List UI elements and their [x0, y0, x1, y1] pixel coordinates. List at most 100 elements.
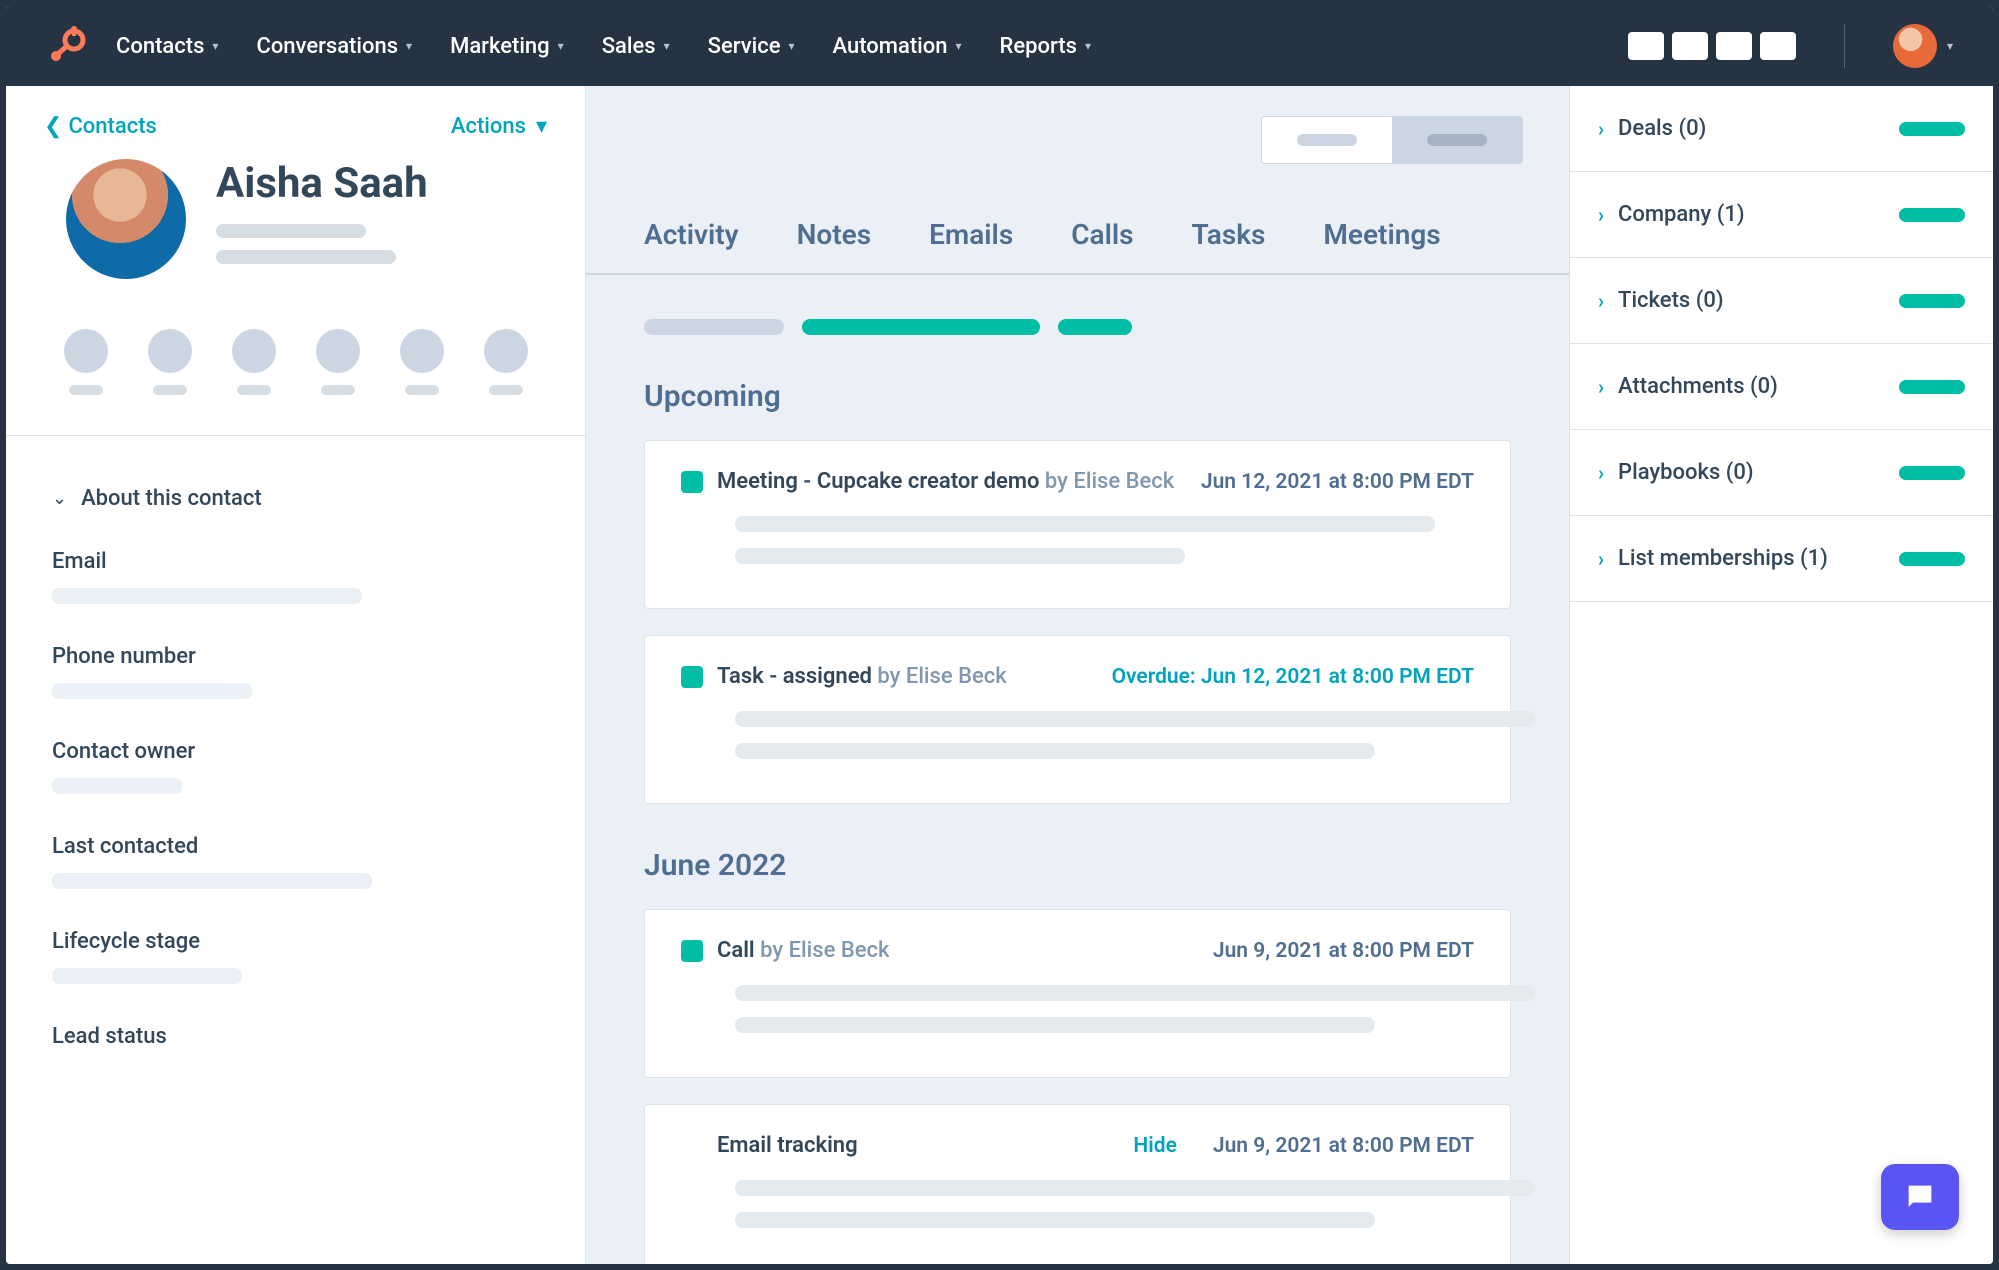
- contact-avatar[interactable]: [66, 159, 186, 279]
- nav-service[interactable]: Service▾: [708, 34, 795, 59]
- back-to-contacts[interactable]: ❮ Contacts: [44, 114, 157, 139]
- tab-activity[interactable]: Activity: [644, 218, 739, 273]
- toggle-option-b[interactable]: [1392, 117, 1522, 163]
- caret-down-icon: ▾: [955, 39, 961, 53]
- activity-card-email[interactable]: Email tracking Hide Jun 9, 2021 at 8:00 …: [644, 1104, 1511, 1264]
- quick-actions: [6, 299, 585, 435]
- activity-card-task[interactable]: Task - assigned by Elise Beck Overdue: J…: [644, 635, 1511, 804]
- field-lead-status: Lead status: [52, 1024, 539, 1049]
- placeholder-pill: [1899, 466, 1965, 480]
- filter-pill[interactable]: [802, 319, 1040, 335]
- card-title: Call by Elise Beck: [717, 938, 1199, 963]
- nav-marketing[interactable]: Marketing▾: [450, 34, 564, 59]
- card-date: Jun 9, 2021 at 8:00 PM EDT: [1213, 1134, 1474, 1158]
- nav-badges: [1628, 32, 1796, 60]
- nav-divider: [1844, 24, 1845, 68]
- quick-action[interactable]: [232, 329, 276, 395]
- left-header: ❮ Contacts Actions ▾: [6, 86, 585, 159]
- chat-widget[interactable]: [1881, 1164, 1959, 1230]
- action-icon: [484, 329, 528, 373]
- placeholder-line: [153, 385, 187, 395]
- placeholder-line: [405, 385, 439, 395]
- field-email: Email: [52, 549, 539, 604]
- about-toggle[interactable]: ⌄ About this contact: [52, 486, 539, 511]
- quick-action[interactable]: [400, 329, 444, 395]
- action-icon: [400, 329, 444, 373]
- nav-automation[interactable]: Automation▾: [833, 34, 962, 59]
- quick-action[interactable]: [64, 329, 108, 395]
- quick-action[interactable]: [148, 329, 192, 395]
- placeholder-line: [735, 1017, 1375, 1033]
- actions-menu[interactable]: Actions ▾: [451, 114, 547, 139]
- app-frame: Contacts▾ Conversations▾ Marketing▾ Sale…: [6, 6, 1993, 1264]
- hubspot-logo[interactable]: [46, 26, 86, 66]
- caret-down-icon: ▾: [212, 39, 218, 53]
- user-avatar: [1893, 24, 1937, 68]
- placeholder-line: [69, 385, 103, 395]
- account-menu[interactable]: ▾: [1893, 24, 1953, 68]
- placeholder-pill: [1899, 294, 1965, 308]
- placeholder-line: [216, 250, 396, 264]
- field-value[interactable]: [52, 968, 242, 984]
- placeholder-line: [735, 985, 1535, 1001]
- card-title: Meeting - Cupcake creator demo by Elise …: [717, 469, 1187, 494]
- caret-down-icon: ▾: [1085, 39, 1091, 53]
- placeholder-line: [735, 711, 1535, 727]
- tab-notes[interactable]: Notes: [797, 218, 872, 273]
- right-panel: ›Deals (0) ›Company (1) ›Tickets (0) ›At…: [1569, 86, 1993, 1264]
- quick-action[interactable]: [484, 329, 528, 395]
- card-title: Email tracking: [717, 1133, 1119, 1158]
- placeholder-pill: [1899, 552, 1965, 566]
- contact-header: Aisha Saah: [6, 159, 585, 299]
- view-toggle-row: [586, 86, 1569, 164]
- field-label: Email: [52, 549, 539, 574]
- nav-contacts[interactable]: Contacts▾: [116, 34, 218, 59]
- caret-down-icon: ▾: [1947, 39, 1953, 53]
- field-value[interactable]: [52, 873, 372, 889]
- filter-pill[interactable]: [1058, 319, 1132, 335]
- top-nav: Contacts▾ Conversations▾ Marketing▾ Sale…: [6, 6, 1993, 86]
- chevron-right-icon: ›: [1598, 117, 1604, 141]
- activity-card-call[interactable]: Call by Elise Beck Jun 9, 2021 at 8:00 P…: [644, 909, 1511, 1078]
- chevron-left-icon: ❮: [44, 114, 62, 139]
- tab-emails[interactable]: Emails: [929, 218, 1013, 273]
- tab-tasks[interactable]: Tasks: [1192, 218, 1266, 273]
- chat-icon: [1903, 1180, 1937, 1214]
- caret-down-icon: ▾: [789, 39, 795, 53]
- nav-badge[interactable]: [1672, 32, 1708, 60]
- tab-meetings[interactable]: Meetings: [1323, 218, 1440, 273]
- accordion-playbooks[interactable]: ›Playbooks (0): [1570, 430, 1993, 516]
- hide-button[interactable]: Hide: [1133, 1134, 1176, 1158]
- month-heading: June 2022: [586, 804, 1569, 909]
- quick-action[interactable]: [316, 329, 360, 395]
- nav-sales[interactable]: Sales▾: [602, 34, 670, 59]
- nav-badge[interactable]: [1628, 32, 1664, 60]
- placeholder-line: [735, 743, 1375, 759]
- body: ❮ Contacts Actions ▾ Aisha Saah: [6, 86, 1993, 1264]
- activity-type-icon: [681, 666, 703, 688]
- field-value[interactable]: [52, 683, 252, 699]
- field-value[interactable]: [52, 588, 362, 604]
- field-label: Lead status: [52, 1024, 539, 1049]
- filter-pill[interactable]: [644, 319, 784, 335]
- activity-card-meeting[interactable]: Meeting - Cupcake creator demo by Elise …: [644, 440, 1511, 609]
- placeholder-pill: [1899, 122, 1965, 136]
- accordion-attachments[interactable]: ›Attachments (0): [1570, 344, 1993, 430]
- chevron-down-icon: ⌄: [52, 488, 67, 509]
- tab-calls[interactable]: Calls: [1071, 218, 1133, 273]
- accordion-lists[interactable]: ›List memberships (1): [1570, 516, 1993, 602]
- accordion-company[interactable]: ›Company (1): [1570, 172, 1993, 258]
- nav-reports[interactable]: Reports▾: [1000, 34, 1091, 59]
- placeholder-line: [735, 1180, 1535, 1196]
- nav-badge[interactable]: [1716, 32, 1752, 60]
- view-toggle[interactable]: [1261, 116, 1523, 164]
- caret-down-icon: ▾: [406, 39, 412, 53]
- accordion-tickets[interactable]: ›Tickets (0): [1570, 258, 1993, 344]
- nav-conversations[interactable]: Conversations▾: [256, 34, 412, 59]
- field-value[interactable]: [52, 778, 182, 794]
- nav-badge[interactable]: [1760, 32, 1796, 60]
- placeholder-line: [489, 385, 523, 395]
- accordion-deals[interactable]: ›Deals (0): [1570, 86, 1993, 172]
- toggle-option-a[interactable]: [1262, 117, 1392, 163]
- field-label: Lifecycle stage: [52, 929, 539, 954]
